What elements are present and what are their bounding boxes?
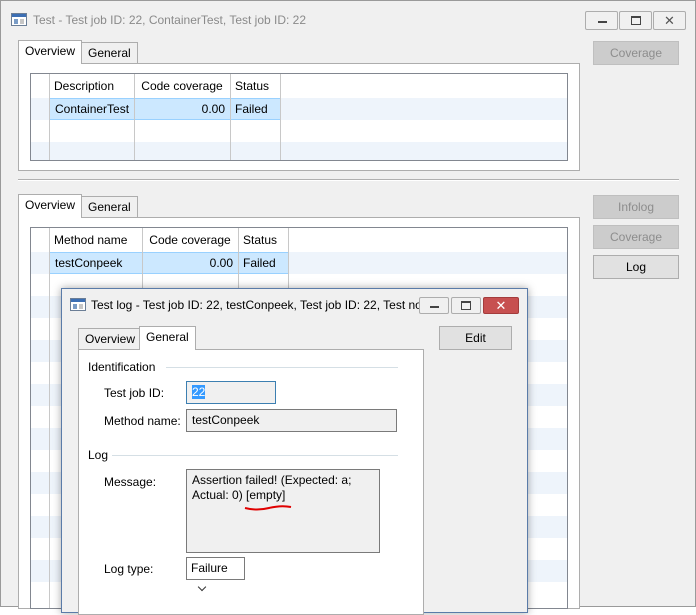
- test-grid[interactable]: Description Code coverage Status Contain…: [30, 73, 568, 161]
- dialog-close-icon: ✕: [495, 298, 507, 313]
- coverage-button-bottom[interactable]: Coverage: [593, 225, 679, 249]
- app-icon: [11, 13, 27, 26]
- infolog-button[interactable]: Infolog: [593, 195, 679, 219]
- dialog-tab-overview[interactable]: Overview: [78, 328, 143, 350]
- test-job-id-field[interactable]: 22: [186, 381, 276, 404]
- close-button[interactable]: ✕: [653, 11, 686, 30]
- maximize-button[interactable]: [619, 11, 652, 30]
- cell-description[interactable]: ContainerTest: [50, 98, 134, 120]
- edit-button[interactable]: Edit: [439, 326, 512, 350]
- cell-method-code-coverage[interactable]: 0.00: [142, 252, 238, 274]
- splitter[interactable]: [18, 179, 679, 181]
- log-type-value: Failure: [191, 561, 228, 575]
- cell-status[interactable]: Failed: [230, 98, 280, 120]
- maximize-icon: [631, 16, 641, 25]
- dialog-title: Test log - Test job ID: 22, testConpeek,…: [91, 298, 432, 312]
- dialog-tab-general[interactable]: General: [139, 326, 196, 350]
- column-header-status[interactable]: Status: [230, 75, 280, 97]
- cell-method-status[interactable]: Failed: [238, 252, 288, 274]
- log-button[interactable]: Log: [593, 255, 679, 279]
- column-header-method-status[interactable]: Status: [238, 229, 288, 251]
- tab-general-bottom[interactable]: General: [81, 196, 138, 218]
- message-label: Message:: [104, 475, 157, 489]
- tab-overview-top[interactable]: Overview: [18, 40, 83, 64]
- cell-method-name[interactable]: testConpeek: [50, 252, 142, 274]
- column-header-method-code-coverage[interactable]: Code coverage: [142, 229, 238, 251]
- coverage-button-top[interactable]: Coverage: [593, 41, 679, 65]
- dialog-app-icon: [70, 298, 86, 311]
- tab-overview-bottom[interactable]: Overview: [18, 194, 83, 218]
- cell-code-coverage[interactable]: 0.00: [134, 98, 230, 120]
- message-line-1: Assertion failed! (Expected: a;: [192, 473, 352, 487]
- identification-heading: Identification: [88, 360, 156, 374]
- tab-general-top[interactable]: General: [81, 42, 138, 64]
- message-line-2: Actual: 0) [empty]: [192, 488, 286, 502]
- method-name-label: Method name:: [104, 414, 181, 428]
- column-header-code-coverage[interactable]: Code coverage: [134, 75, 230, 97]
- dialog-minimize-button[interactable]: [419, 297, 449, 314]
- minimize-icon: [598, 21, 607, 23]
- log-type-select[interactable]: Failure: [186, 557, 245, 592]
- dialog-close-button[interactable]: ✕: [483, 297, 519, 314]
- dialog-maximize-button[interactable]: [451, 297, 481, 314]
- dialog-minimize-icon: [430, 306, 439, 308]
- dialog-title-bar[interactable]: Test log - Test job ID: 22, testConpeek,…: [62, 289, 527, 319]
- minimize-button[interactable]: [585, 11, 618, 30]
- dialog-maximize-icon: [461, 301, 471, 310]
- test-job-id-label: Test job ID:: [104, 386, 165, 400]
- log-type-label: Log type:: [104, 562, 154, 576]
- title-bar[interactable]: Test - Test job ID: 22, ContainerTest, T…: [1, 1, 695, 37]
- test-log-dialog: Test log - Test job ID: 22, testConpeek,…: [61, 288, 528, 615]
- window-title: Test - Test job ID: 22, ContainerTest, T…: [33, 13, 307, 27]
- column-header-method-name[interactable]: Method name: [49, 229, 142, 251]
- log-heading: Log: [88, 448, 109, 462]
- method-name-field[interactable]: testConpeek: [186, 409, 397, 432]
- red-underline-annotation: [244, 505, 292, 511]
- column-header-description[interactable]: Description: [49, 75, 134, 97]
- test-job-id-value: 22: [192, 385, 206, 399]
- close-icon: ✕: [664, 13, 675, 28]
- chevron-down-icon: [197, 582, 207, 592]
